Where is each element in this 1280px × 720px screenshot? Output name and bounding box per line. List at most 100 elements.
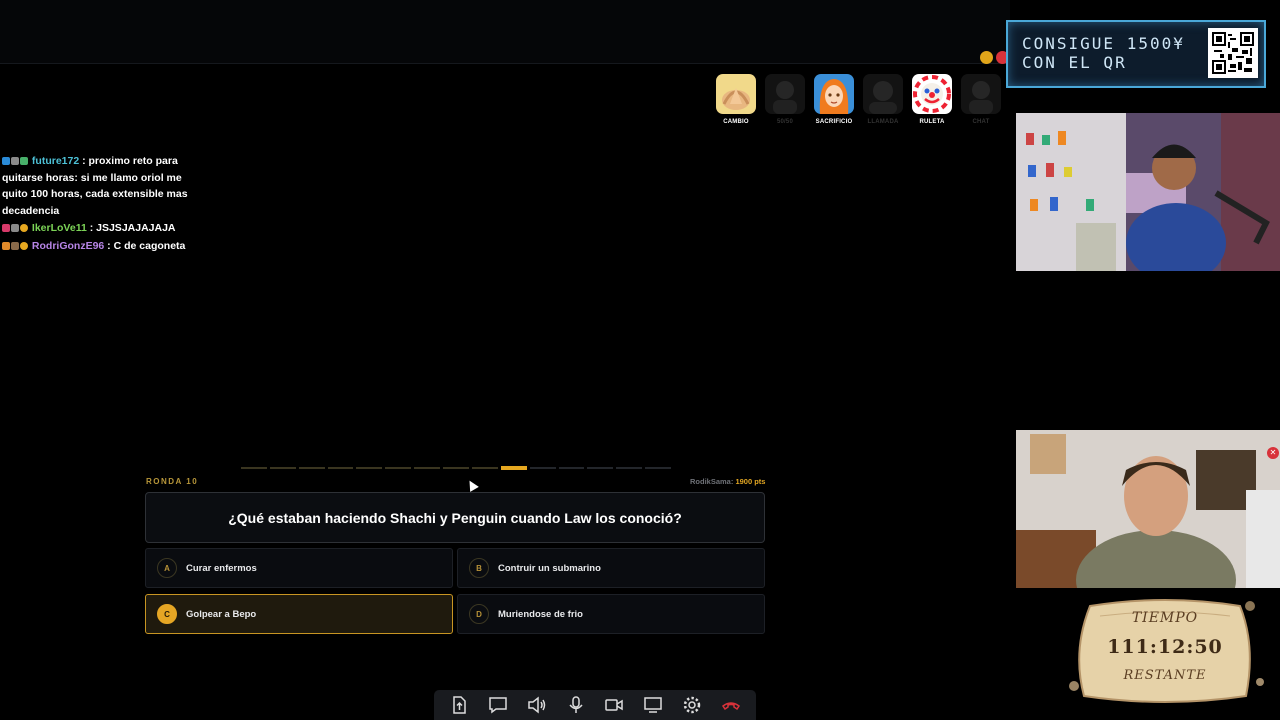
minimize-button[interactable] xyxy=(980,51,993,64)
progress-segment xyxy=(500,466,527,470)
progress-segment xyxy=(443,467,469,469)
badge-icon xyxy=(11,241,19,250)
chat-text: : C de cagoneta xyxy=(104,239,186,252)
badge-icon xyxy=(20,157,28,165)
chat-message: IkerLoVe11 : JSJSJAJAJAJA xyxy=(2,220,194,237)
powerup-sacrificio[interactable]: SACRIFICIO xyxy=(814,74,854,125)
progress-segment xyxy=(616,467,643,469)
microphone-button[interactable] xyxy=(561,692,591,718)
progress-segment xyxy=(529,467,556,469)
chat-username: future172 xyxy=(31,155,80,167)
badge-icon xyxy=(20,224,28,233)
screen-share-button[interactable] xyxy=(638,692,668,718)
powerup-label: 50/50 xyxy=(776,119,793,125)
powerup-label: CAMBIO xyxy=(723,119,749,125)
answer-text: Contruir un submarino xyxy=(498,562,601,574)
answer-letter: B xyxy=(469,558,489,578)
chat-username: IkerLoVe11 xyxy=(31,222,87,235)
round-progress-bar xyxy=(241,465,671,471)
timer-footer: RESTANTE xyxy=(1123,668,1207,683)
mouse-cursor-icon xyxy=(465,478,479,492)
chat-username: RodriGonzE96 xyxy=(31,239,105,252)
volume-button[interactable] xyxy=(522,692,552,718)
chat-overlay: future172 : proximo reto para quitarse h… xyxy=(2,153,194,256)
progress-segment xyxy=(241,467,267,469)
chat-button[interactable] xyxy=(483,692,513,718)
settings-button[interactable] xyxy=(677,692,707,718)
chat-icon xyxy=(489,697,507,714)
answer-letter: D xyxy=(469,604,489,624)
powerup-label: RULETA xyxy=(919,119,945,125)
microphone-icon xyxy=(569,696,583,713)
powerup-label: LLAMADA xyxy=(867,119,899,125)
answer-text: Muriendose de frio xyxy=(498,608,583,620)
answer-option-b[interactable]: B Contruir un submarino xyxy=(457,548,765,588)
badge-icon xyxy=(2,157,10,165)
powerup-label: SACRIFICIO xyxy=(815,119,853,125)
progress-segment xyxy=(327,467,354,469)
powerup-chat[interactable]: CHAT xyxy=(961,74,1001,125)
chat-text: : JSJSJAJAJAJA xyxy=(86,222,176,235)
character-icon xyxy=(961,74,1001,114)
answer-letter: C xyxy=(157,604,177,624)
progress-segment xyxy=(385,467,412,469)
progress-segment xyxy=(414,467,441,469)
answer-option-d[interactable]: D Muriendose de frio xyxy=(457,594,765,634)
chat-text: : proximo reto para quitarse horas: si m… xyxy=(2,155,188,217)
guest-webcam: ✕ xyxy=(1016,430,1280,588)
window-controls xyxy=(980,51,1009,64)
score-points: 1900 pts xyxy=(735,477,766,486)
settings-icon xyxy=(683,696,701,714)
camera-icon xyxy=(605,699,624,711)
answer-option-a[interactable]: A Curar enfermos xyxy=(145,548,453,588)
timer-value: 111:12:50 xyxy=(1107,636,1223,658)
progress-segment xyxy=(471,467,498,469)
chat-message: RodriGonzE96 : C de cagoneta xyxy=(2,238,194,255)
badge-icon xyxy=(2,241,10,250)
answer-option-c[interactable]: C Golpear a Bepo xyxy=(145,594,453,634)
share-file-button[interactable] xyxy=(444,692,474,718)
powerup-cambio[interactable]: CAMBIO xyxy=(716,74,756,125)
camera-button[interactable] xyxy=(599,692,629,718)
progress-segment xyxy=(356,467,383,469)
score-user: RodikSama: xyxy=(690,477,736,486)
answer-text: Curar enfermos xyxy=(186,562,257,574)
hang-up-icon xyxy=(721,702,740,711)
timer-title: TIEMPO xyxy=(1131,610,1199,626)
character-icon xyxy=(765,74,805,114)
top-bar xyxy=(0,0,1010,64)
badge-icon xyxy=(2,224,10,233)
muted-mic-icon: ✕ xyxy=(1267,447,1279,459)
progress-segment xyxy=(298,467,325,469)
player-score: RodikSama: 1900 pts xyxy=(690,477,765,486)
badge-icon xyxy=(11,224,19,233)
powerup-label: CHAT xyxy=(972,119,990,125)
progress-segment xyxy=(645,467,671,469)
progress-segment xyxy=(558,467,585,469)
powerup-bar: CAMBIO 50/50 SACRIFICIO LLAMADA RULETA C… xyxy=(716,74,1001,125)
qr-code-icon xyxy=(1208,28,1258,78)
call-toolbar xyxy=(434,690,756,720)
powerup-llamada[interactable]: LLAMADA xyxy=(863,74,903,125)
progress-segment xyxy=(587,467,614,469)
badge-icon xyxy=(20,241,28,250)
time-remaining-scroll: TIEMPO 111:12:50 RESTANTE xyxy=(1060,596,1270,706)
chat-message: future172 : proximo reto para quitarse h… xyxy=(2,153,194,219)
praying-hands-icon xyxy=(716,74,756,114)
volume-icon xyxy=(528,696,546,714)
character-icon xyxy=(863,74,903,114)
badge-icon xyxy=(11,157,19,165)
qr-promo-banner: CONSIGUE 1500¥ CON EL QR xyxy=(1006,20,1266,88)
answer-letter: A xyxy=(157,558,177,578)
hang-up-button[interactable] xyxy=(716,692,746,718)
progress-segment xyxy=(269,467,296,469)
promo-text: CONSIGUE 1500¥ CON EL QR xyxy=(1022,34,1185,72)
powerup-ruleta[interactable]: RULETA xyxy=(912,74,952,125)
question-box: ¿Qué estaban haciendo Shachi y Penguin c… xyxy=(145,492,765,543)
streamer-webcam xyxy=(1016,113,1280,271)
answer-text: Golpear a Bepo xyxy=(186,608,257,620)
share-file-icon xyxy=(453,696,467,714)
powerup-5050[interactable]: 50/50 xyxy=(765,74,805,125)
round-label: RONDA 10 xyxy=(146,477,199,486)
promo-line-2: CON EL QR xyxy=(1022,53,1127,72)
